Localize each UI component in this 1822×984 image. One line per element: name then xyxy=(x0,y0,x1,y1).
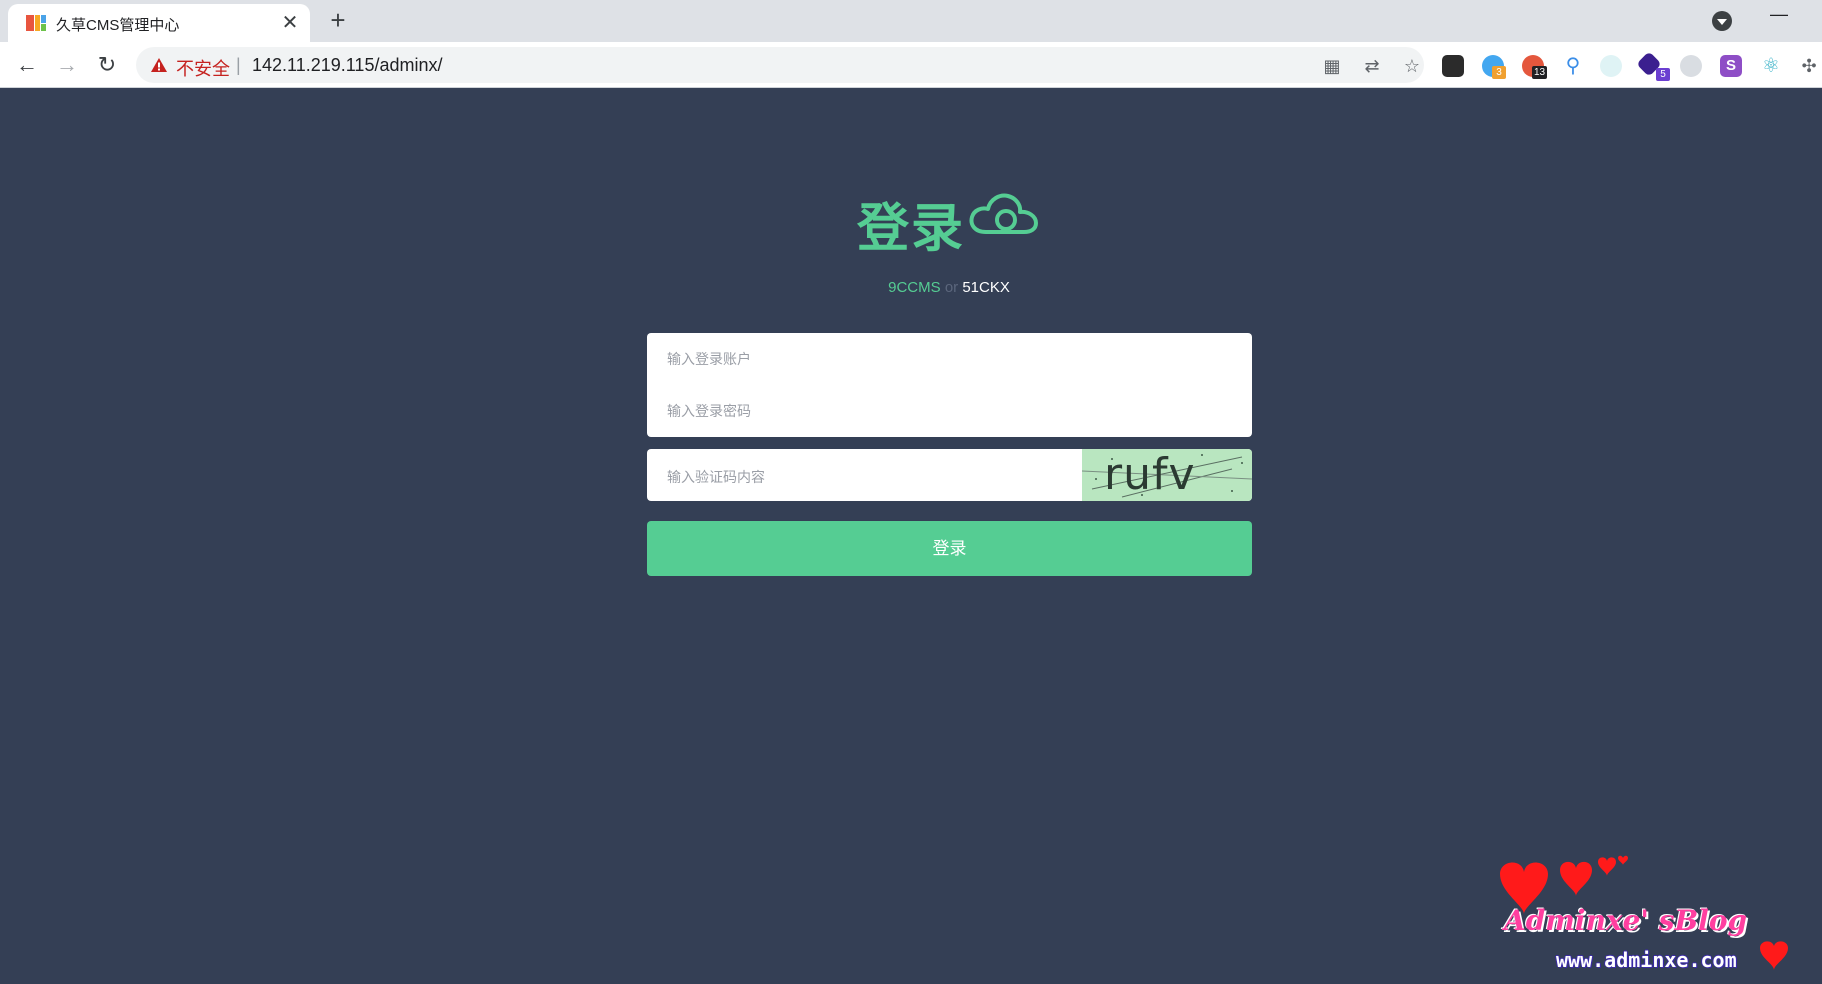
extension-location-pin-icon[interactable]: ⚲ xyxy=(1562,55,1584,77)
browser-tab[interactable]: 久草CMS管理中心 ✕ xyxy=(8,4,310,42)
extension-shield-icon[interactable] xyxy=(1680,55,1702,77)
close-tab-icon[interactable]: ✕ xyxy=(278,11,302,35)
security-status-label[interactable]: 不安全 xyxy=(176,55,230,81)
username-field[interactable]: 输入登录账户 xyxy=(667,349,751,369)
qr-code-icon[interactable]: ▦ xyxy=(1322,56,1342,76)
credentials-box: 输入登录账户 输入登录密码 xyxy=(647,333,1252,437)
captcha-input[interactable]: 输入验证码内容 xyxy=(667,467,765,487)
forward-arrow-icon[interactable]: → xyxy=(52,50,82,80)
watermark-blog: Adminxe' sBlog xyxy=(1504,904,1748,937)
subtitle-or: or xyxy=(944,279,959,296)
captcha-code: rufv xyxy=(1104,449,1196,500)
extension-link-icon[interactable]: 13 xyxy=(1522,55,1548,79)
login-button[interactable]: 登录 xyxy=(647,521,1252,576)
tab-search-icon[interactable] xyxy=(1712,11,1732,31)
address-bar[interactable]: 不安全 | 142.11.219.115/adminx/ ▦ ⇄ ☆ xyxy=(136,47,1424,83)
warning-triangle-icon xyxy=(151,58,167,72)
extension-eye-icon[interactable] xyxy=(1600,55,1622,77)
cloud-logo-icon xyxy=(969,193,1038,234)
back-arrow-icon[interactable]: ← xyxy=(12,50,42,80)
bookmark-star-icon[interactable]: ☆ xyxy=(1402,56,1422,76)
new-tab-button[interactable]: + xyxy=(324,6,352,34)
site-favicon-icon xyxy=(26,13,46,33)
extension-incognito-icon[interactable] xyxy=(1442,55,1464,77)
login-subtitle: 9CCMS or 51CKX xyxy=(0,279,1822,296)
brand-51ckx: 51CKX xyxy=(962,279,1010,296)
captcha-image[interactable]: rufv xyxy=(1082,449,1252,501)
extension-badge: 5 xyxy=(1656,68,1670,81)
url-text[interactable]: 142.11.219.115/adminx/ xyxy=(252,55,442,76)
extension-react-icon[interactable]: ⚛ xyxy=(1760,55,1782,77)
extension-search-icon[interactable]: 3 xyxy=(1482,55,1506,79)
minimize-window-button[interactable]: — xyxy=(1770,4,1788,25)
password-field[interactable]: 输入登录密码 xyxy=(667,401,751,421)
omnibox-separator: | xyxy=(236,55,241,75)
extensions-puzzle-icon[interactable]: ✣ xyxy=(1798,55,1820,77)
translate-icon[interactable]: ⇄ xyxy=(1362,56,1382,76)
watermark: Adminxe' sBlog www.adminxe.com xyxy=(1460,854,1822,984)
brand-9ccms: 9CCMS xyxy=(888,279,941,296)
tab-title: 久草CMS管理中心 xyxy=(56,17,180,34)
captcha-row: 输入验证码内容 rufv xyxy=(647,449,1252,501)
login-heading: 登录 xyxy=(857,199,966,259)
extension-s-icon[interactable]: S xyxy=(1720,55,1742,77)
browser-tab-strip: 久草CMS管理中心 ✕ + — xyxy=(0,0,1822,42)
browser-toolbar: ← → ↻ 不安全 | 142.11.219.115/adminx/ ▦ ⇄ ☆… xyxy=(0,42,1822,88)
watermark-url: www.adminxe.com xyxy=(1556,948,1737,972)
reload-icon[interactable]: ↻ xyxy=(92,50,122,80)
